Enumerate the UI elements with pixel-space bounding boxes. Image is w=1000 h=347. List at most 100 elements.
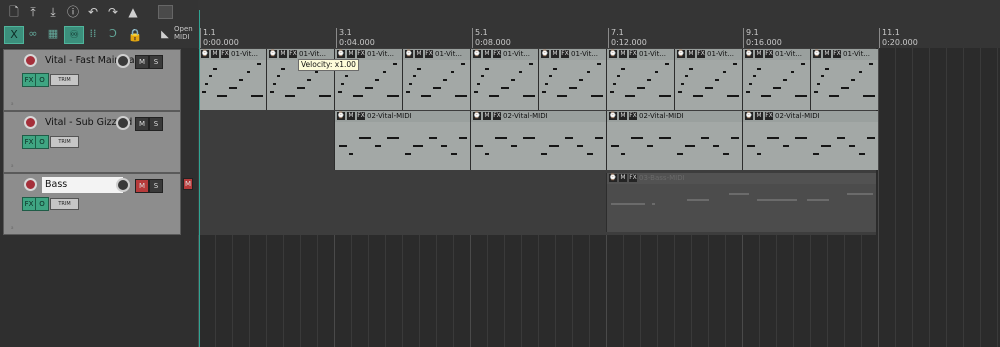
item-lock-icon[interactable]: ⌚ [813,50,821,58]
item-fx-button[interactable]: FX [493,50,501,58]
midi-note[interactable] [591,95,603,97]
midi-note[interactable] [474,91,478,93]
item-lock-icon[interactable]: ⌚ [473,50,481,58]
item-mute-button[interactable]: M [619,174,627,182]
midi-note[interactable] [485,68,489,70]
midi-note[interactable] [665,63,669,65]
midi-item[interactable]: ⌚ M FX 02-Vital-MIDI [334,111,470,170]
midi-note[interactable] [817,83,820,85]
fx-power-button[interactable]: O [35,197,49,211]
item-mute-button[interactable]: M [551,50,559,58]
item-lock-icon[interactable]: ⌚ [609,174,617,182]
record-arm-button[interactable] [24,116,37,129]
item-fx-button[interactable]: FX [221,50,229,58]
envelope-trim-button[interactable]: TRIM [50,136,79,148]
midi-note[interactable] [433,87,441,89]
midi-note[interactable] [747,145,755,147]
midi-note[interactable] [451,71,454,73]
midi-item[interactable]: ⌚ M FX 01-Vit... [470,49,538,110]
midi-note[interactable] [229,87,237,89]
midi-note[interactable] [285,95,295,97]
midi-note[interactable] [387,137,399,139]
midi-note[interactable] [689,68,693,70]
midi-note[interactable] [685,75,688,77]
midi-note[interactable] [849,145,855,147]
item-mute-button[interactable]: M [211,50,219,58]
midi-note[interactable] [338,91,342,93]
midi-note[interactable] [859,71,862,73]
midi-item[interactable]: ⌚ M FX 01-Vit... [402,49,470,110]
midi-note[interactable] [239,79,243,81]
item-lock-icon[interactable]: ⌚ [405,50,413,58]
item-mute-button[interactable]: M [823,50,831,58]
midi-note[interactable] [545,83,548,85]
midi-note[interactable] [375,145,381,147]
midi-note[interactable] [767,137,779,139]
midi-note[interactable] [723,71,726,73]
grid-toggle-icon[interactable]: X [4,26,24,44]
midi-note[interactable] [611,145,619,147]
track-panel[interactable]: Vital - Fast Main Pad M S FX O TRIM a [3,49,181,111]
item-mute-button[interactable]: M [483,112,491,120]
midi-note[interactable] [647,79,651,81]
midi-note[interactable] [813,153,819,155]
mute-button[interactable]: M [135,179,149,193]
midi-item[interactable]: ⌚ M FX 01-Vit... [606,49,674,110]
midi-note[interactable] [542,91,546,93]
midi-note[interactable] [481,75,484,77]
item-fx-button[interactable]: FX [629,174,637,182]
link-icon[interactable]: ∞ [24,26,42,42]
item-fx-button[interactable]: FX [697,50,705,58]
midi-item[interactable]: ⌚ M FX 01-Vit... [538,49,606,110]
midi-note[interactable] [659,137,671,139]
midi-note[interactable] [783,145,789,147]
midi-note[interactable] [729,193,749,195]
arrange-view[interactable]: ⌚ M FX 01-Vit... ⌚ M FX 01-Vit... ⌚ M FX 01-Vit... ⌚… [198,48,1000,347]
midi-note[interactable] [413,75,416,77]
midi-note[interactable] [209,75,212,77]
lock-icon[interactable]: 🔒 [127,27,143,43]
midi-note[interactable] [205,83,208,85]
item-lock-icon[interactable]: ⌚ [201,50,209,58]
midi-note[interactable] [577,145,583,147]
midi-note[interactable] [859,153,865,155]
midi-note[interactable] [863,95,875,97]
midi-note[interactable] [441,145,447,147]
midi-note[interactable] [251,95,263,97]
info-icon[interactable]: ⓘ [65,4,81,20]
solo-button[interactable]: S [149,179,163,193]
midi-note[interactable] [339,145,347,147]
track-panel[interactable]: Vital - Sub Gizzard M S FX O TRIM a [3,111,181,173]
midi-note[interactable] [549,75,552,77]
midi-note[interactable] [213,68,217,70]
loop-icon[interactable]: ♾ [64,26,84,44]
volume-knob[interactable] [116,178,130,192]
item-mute-button[interactable]: M [619,50,627,58]
midi-note[interactable] [757,68,761,70]
midi-item[interactable]: ⌚ M FX 03-Bass-MIDI [606,173,876,232]
midi-note[interactable] [511,145,517,147]
item-lock-icon[interactable]: ⌚ [337,112,345,120]
midi-note[interactable] [621,68,625,70]
redo-icon[interactable]: ↷ [105,4,121,20]
blank-icon[interactable] [158,5,173,19]
item-lock-icon[interactable]: ⌚ [473,112,481,120]
midi-note[interactable] [617,75,620,77]
item-fx-button[interactable]: FX [629,50,637,58]
midi-note[interactable] [727,95,739,97]
midi-note[interactable] [349,153,353,155]
record-arm-button[interactable] [24,178,37,191]
midi-note[interactable] [297,87,305,89]
midi-note[interactable] [610,91,614,93]
midi-note[interactable] [713,145,719,147]
fx-power-button[interactable]: O [35,135,49,149]
item-mute-button[interactable]: M [755,112,763,120]
midi-note[interactable] [611,203,645,205]
fx-power-button[interactable]: O [35,73,49,87]
midi-note[interactable] [451,153,457,155]
grid-dots-icon[interactable]: ⁞⁞ [84,26,102,42]
midi-note[interactable] [723,153,729,155]
midi-note[interactable] [655,71,658,73]
midi-note[interactable] [678,91,682,93]
midi-note[interactable] [281,68,285,70]
